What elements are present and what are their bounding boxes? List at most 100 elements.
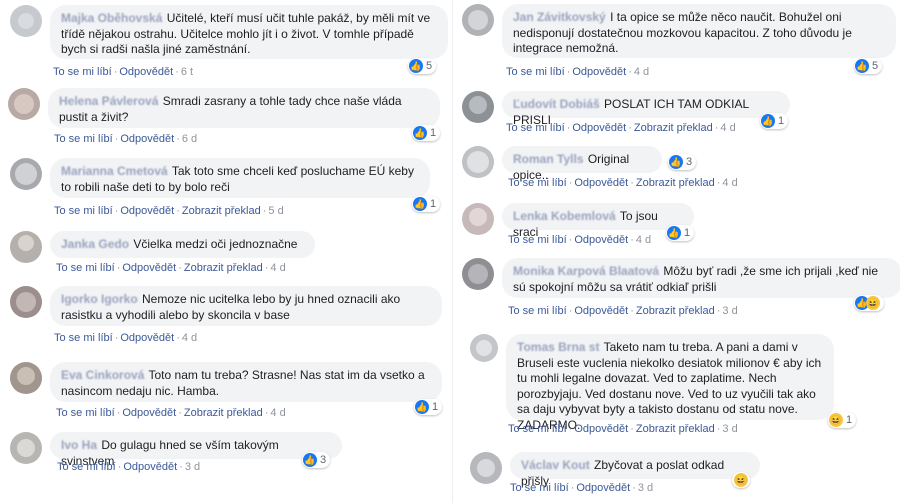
comment-author[interactable]: Monika Karpová Blaatová [513,264,659,278]
avatar[interactable] [462,146,494,178]
comment: Tomas Brna st Taketo nam tu treba. A pan… [470,334,898,442]
like-link[interactable]: To se mi líbí [506,122,565,134]
comment-time[interactable]: 3 d [722,423,737,435]
comment-time[interactable]: 3 d [185,461,200,473]
like-link[interactable]: To se mi líbí [54,205,113,217]
comment-bubble: Marianna Cmetová Tak toto sme chceli keď… [50,158,430,198]
comment-time[interactable]: 3 d [638,482,653,494]
avatar[interactable] [470,334,498,362]
translate-link[interactable]: Zobrazit překlad [182,205,261,217]
translate-link[interactable]: Zobrazit překlad [636,177,715,189]
reply-link[interactable]: Odpovědět [574,177,628,189]
reply-link[interactable]: Odpovědět [572,122,626,134]
comment-time[interactable]: 6 t [181,66,193,78]
reaction-count[interactable]: 👍 1 [666,225,695,241]
reply-link[interactable]: Odpovědět [572,66,626,78]
comment-time[interactable]: 6 d [182,133,197,145]
reaction-count[interactable]: 😆 1 [828,412,857,428]
reply-link[interactable]: Odpovědět [574,305,628,317]
reply-link[interactable]: Odpovědět [574,423,628,435]
reply-link[interactable]: Odpovědět [120,133,174,145]
comment-author[interactable]: Lenka Kobemlová [513,209,616,223]
reply-link[interactable]: Odpovědět [119,66,173,78]
reply-link[interactable]: Odpovědět [122,262,176,274]
comment-time[interactable]: 4 d [182,332,197,344]
comment-bubble: Janka Gedo Včielka medzi oči jednoznačne [50,231,315,258]
comment-author[interactable]: Tomas Brna st [517,340,599,354]
reaction-count[interactable]: 👍 5 [408,58,437,74]
comment-author[interactable]: Jan Závitkovský [513,10,606,24]
comment-author[interactable]: Václav Kout [521,458,590,472]
avatar[interactable] [10,286,42,318]
comment-author[interactable]: Majka Oběhovská [61,11,162,25]
comment: Roman Tylls Original opice.. To se mi lí… [462,146,898,191]
comment-time[interactable]: 4 d [720,122,735,134]
reaction-count[interactable]: 👍 3 [302,452,331,468]
comment-time[interactable]: 4 d [636,234,651,246]
reply-link[interactable]: Odpovědět [574,234,628,246]
avatar[interactable] [10,158,42,190]
reaction-count[interactable]: 👍 5 [854,58,883,74]
translate-link[interactable]: Zobrazit překlad [184,262,263,274]
like-icon: 👍 [761,114,775,128]
comment-author[interactable]: Igorko Igorko [61,292,138,306]
reaction-count[interactable]: 👍 3 [668,154,697,170]
avatar[interactable] [462,203,494,235]
like-link[interactable]: To se mi líbí [506,66,565,78]
comment-bubble: Jan Závitkovský I ta opice se může něco … [502,4,896,58]
like-icon: 👍 [303,453,317,467]
comment-author[interactable]: Marianna Cmetová [61,164,168,178]
like-link[interactable]: To se mi líbí [508,177,567,189]
like-link[interactable]: To se mi líbí [508,234,567,246]
avatar[interactable] [462,4,494,36]
comment-time[interactable]: 5 d [268,205,283,217]
avatar[interactable] [462,258,494,290]
avatar[interactable] [10,5,42,37]
avatar[interactable] [10,231,42,263]
like-link[interactable]: To se mi líbí [56,262,115,274]
comment-author[interactable]: Ľudovít Dobiáš [513,97,600,111]
like-link[interactable]: To se mi líbí [54,332,113,344]
translate-link[interactable]: Zobrazit překlad [636,305,715,317]
column-divider [452,0,453,503]
reaction-count[interactable]: 😆 [732,472,750,488]
comment-author[interactable]: Ivo Ha [61,438,97,452]
reaction-count[interactable]: 👍 1 [760,113,789,129]
comment-author[interactable]: Janka Gedo [61,237,129,251]
reply-link[interactable]: Odpovědět [120,205,174,217]
translate-link[interactable]: Zobrazit překlad [636,423,715,435]
comment-author[interactable]: Helena Pávlerová [59,94,158,108]
avatar[interactable] [462,91,494,123]
reaction-count[interactable]: 👍 1 [414,399,443,415]
comment: Igorko Igorko Nemoze nic ucitelka lebo b… [10,286,450,346]
comment-actions: To se mi líbí · Odpovědět · 4 d [506,66,650,78]
reaction-count[interactable]: 👍 1 [412,196,441,212]
reaction-count[interactable]: 👍 1 [412,125,441,141]
avatar[interactable] [470,452,502,484]
like-link[interactable]: To se mi líbí [56,407,115,419]
comment-time[interactable]: 4 d [634,66,649,78]
avatar[interactable] [10,432,42,464]
translate-link[interactable]: Zobrazit překlad [184,407,263,419]
like-link[interactable]: To se mi líbí [510,482,569,494]
like-link[interactable]: To se mi líbí [54,133,113,145]
like-link[interactable]: To se mi líbí [508,305,567,317]
comment-author[interactable]: Roman Tylls [513,152,583,166]
comment-time[interactable]: 4 d [722,177,737,189]
comment-time[interactable]: 3 d [722,305,737,317]
like-link[interactable]: To se mi líbí [57,461,116,473]
avatar[interactable] [10,362,42,394]
reply-link[interactable]: Odpovědět [123,461,177,473]
like-link[interactable]: To se mi líbí [508,423,567,435]
reply-link[interactable]: Odpovědět [576,482,630,494]
reply-link[interactable]: Odpovědět [120,332,174,344]
avatar[interactable] [8,88,40,120]
reaction-count[interactable]: 👍 😆 [854,295,884,311]
comment-author[interactable]: Eva Cinkorová [61,368,144,382]
like-icon: 👍 [667,226,681,240]
translate-link[interactable]: Zobrazit překlad [634,122,713,134]
comment-time[interactable]: 4 d [270,407,285,419]
like-link[interactable]: To se mi líbí [53,66,112,78]
comment-time[interactable]: 4 d [270,262,285,274]
reply-link[interactable]: Odpovědět [122,407,176,419]
